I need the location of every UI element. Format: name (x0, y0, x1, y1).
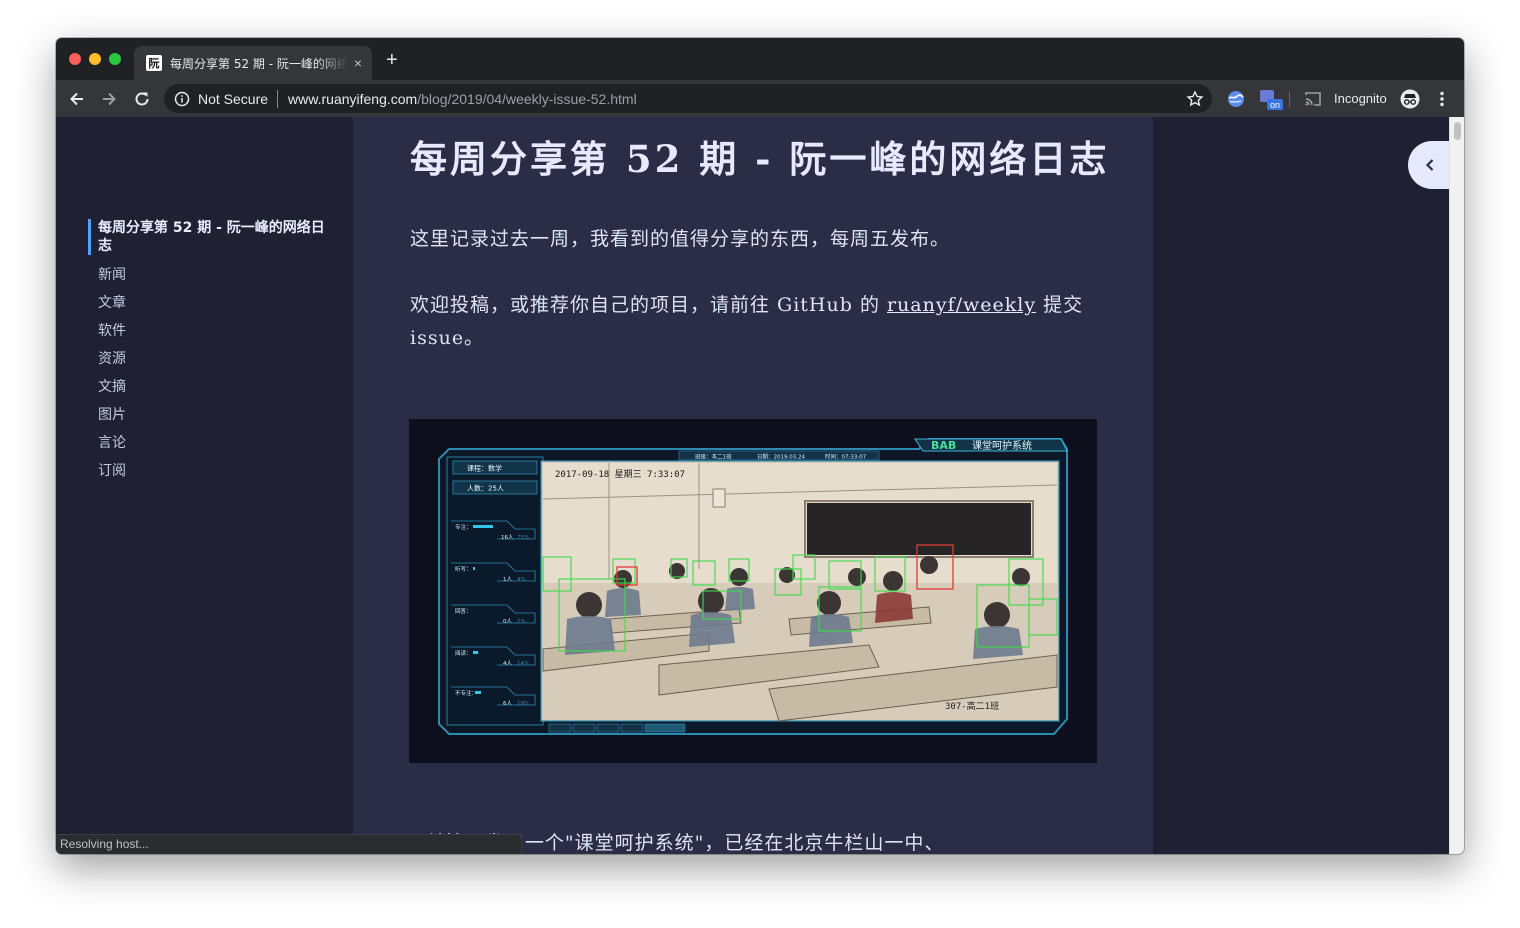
minimize-window-button[interactable] (89, 53, 101, 65)
figure-timestamp: 2017-09-18 星期三 7:33:07 (555, 469, 685, 480)
browser-toolbar: Not Secure www.ruanyifeng.com/blog/2019/… (56, 80, 1464, 117)
omnibox-divider (277, 89, 279, 108)
back-arrow-icon (70, 92, 83, 106)
figure-course: 课程：数学 (467, 464, 502, 473)
toc-item-articles[interactable]: 文章 (88, 289, 328, 317)
figure-class-info: 班级：本二1班 (695, 453, 732, 461)
info-icon[interactable] (174, 91, 190, 107)
reading-level-bar (473, 651, 478, 654)
browser-window: 阮 每周分享第 52 期 - 阮一峰的网络日志 × + Not Secure w… (56, 38, 1464, 854)
stat-pct-answer: 2% (517, 619, 526, 625)
toc-item-digest[interactable]: 文摘 (88, 373, 328, 401)
article-title: 每周分享第 52 期 - 阮一峰的网络日志 (410, 137, 1110, 181)
stat-count-answer: 0人 (503, 618, 512, 625)
stat-count-focus: 16人 (501, 534, 514, 541)
stat-label-unfocused: 不专注： (455, 689, 477, 697)
stat-label-reading: 阅读： (455, 649, 472, 657)
cast-icon[interactable] (1303, 89, 1323, 109)
toc-item-subscribe[interactable]: 订阅 (88, 457, 328, 485)
stat-pct-unfocused: 19% (517, 701, 529, 707)
address-bar[interactable]: Not Secure www.ruanyifeng.com/blog/2019/… (164, 84, 1212, 113)
forward-arrow-icon (103, 92, 116, 106)
figure-date-info: 日期：2019.03.24 (757, 454, 805, 461)
figure-room-label: 307-高二1班 (945, 700, 999, 712)
incognito-label[interactable]: Incognito (1334, 91, 1387, 106)
toc-list: 每周分享第 52 期 - 阮一峰的网络日志 新闻 文章 软件 资源 文摘 图片 … (88, 219, 328, 485)
submit-prefix: 欢迎投稿，或推荐你自己的项目，请前往 GitHub 的 (410, 294, 887, 316)
stat-count-dictation: 1人 (503, 576, 512, 583)
stat-count-unfocused: 6人 (503, 700, 512, 707)
chevron-left-icon (1425, 159, 1434, 171)
page-viewport: 每周分享第 52 期 - 阮一峰的网络日志 新闻 文章 软件 资源 文摘 图片 … (56, 117, 1449, 854)
extension-badge: on (1270, 100, 1280, 110)
stat-label-focus: 专注： (455, 523, 472, 531)
url-host: www.ruanyifeng.com (288, 90, 418, 107)
toc-item-news[interactable]: 新闻 (88, 261, 328, 289)
on-extension-icon[interactable]: on (1259, 89, 1285, 110)
sidebar-toc: 每周分享第 52 期 - 阮一峰的网络日志 新闻 文章 软件 资源 文摘 图片 … (56, 117, 353, 854)
toc-item-active[interactable]: 每周分享第 52 期 - 阮一峰的网络日志 (88, 219, 328, 255)
forward-button[interactable] (97, 87, 121, 111)
article-content: 每周分享第 52 期 - 阮一峰的网络日志 这里记录过去一周，我看到的值得分享的… (353, 117, 1153, 854)
submit-paragraph: 欢迎投稿，或推荐你自己的项目，请前往 GitHub 的 ruanyf/weekl… (410, 289, 1090, 355)
url-text[interactable]: www.ruanyifeng.com/blog/2019/04/weekly-i… (288, 91, 637, 107)
intro-paragraph: 这里记录过去一周，我看到的值得分享的东西，每周五发布。 (410, 228, 951, 250)
reload-button[interactable] (130, 87, 154, 111)
favicon-icon: 阮 (146, 55, 162, 71)
page-scrollbar[interactable] (1449, 117, 1464, 854)
maximize-window-button[interactable] (109, 53, 121, 65)
tab-strip: 阮 每周分享第 52 期 - 阮一峰的网络日志 × + (56, 38, 1464, 80)
tab-close-button[interactable]: × (354, 55, 362, 71)
stat-pct-dictation: 4% (517, 577, 526, 583)
classroom-monitor-image: BAB 课堂呵护系统 班级：本二1班 日期：2019.03.24 时间：07:3… (409, 419, 1097, 763)
close-window-button[interactable] (69, 53, 81, 65)
tab-title: 每周分享第 52 期 - 阮一峰的网络日志 (170, 56, 348, 71)
stat-pct-reading: 14% (517, 661, 529, 667)
status-bar: Resolving host... (56, 834, 522, 854)
focus-level-bar (473, 525, 493, 528)
new-tab-button[interactable]: + (386, 50, 398, 70)
figure-brand: BAB (931, 439, 956, 452)
incognito-icon[interactable] (1400, 89, 1420, 109)
toc-toggle-button[interactable] (1408, 141, 1452, 189)
security-status[interactable]: Not Secure (198, 91, 268, 107)
stat-label-dictation: 听写： (455, 565, 472, 573)
stat-label-answer: 回答： (455, 607, 472, 615)
stat-pct-focus: 75% (517, 535, 529, 541)
toc-item-software[interactable]: 软件 (88, 317, 328, 345)
star-icon[interactable] (1186, 90, 1204, 108)
right-margin (1153, 117, 1449, 854)
dictation-level-bar (473, 567, 475, 570)
toc-item-quotes[interactable]: 言论 (88, 429, 328, 457)
scrollbar-thumb[interactable] (1454, 122, 1461, 140)
globe-extension-icon[interactable] (1226, 89, 1246, 109)
weekly-repo-link[interactable]: ruanyf/weekly (887, 294, 1036, 316)
toolbar-divider (1289, 91, 1290, 107)
toc-item-images[interactable]: 图片 (88, 401, 328, 429)
kebab-menu-icon[interactable] (1432, 89, 1452, 109)
url-path: /blog/2019/04/weekly-issue-52.html (417, 90, 637, 107)
figure-time-info: 时间：07:33:07 (825, 453, 867, 461)
reload-icon (135, 92, 149, 106)
back-button[interactable] (65, 87, 89, 111)
figure-headcount: 人数：25人 (467, 484, 504, 493)
figure-system-name: 课堂呵护系统 (972, 439, 1032, 452)
stat-count-reading: 4人 (503, 660, 512, 667)
browser-tab[interactable]: 阮 每周分享第 52 期 - 阮一峰的网络日志 × (134, 46, 372, 80)
toc-item-resources[interactable]: 资源 (88, 345, 328, 373)
